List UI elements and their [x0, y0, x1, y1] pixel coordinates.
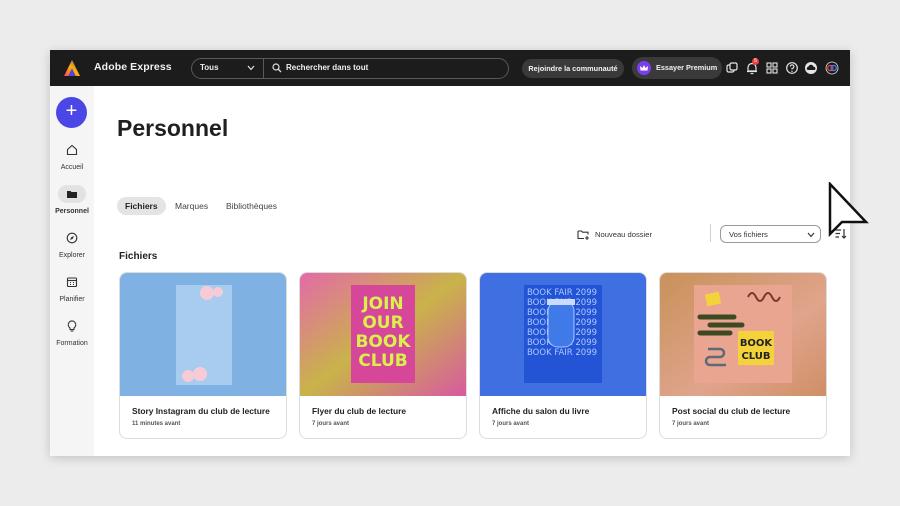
search-icon [272, 63, 282, 73]
rail-item-explore[interactable]: Explorer [50, 229, 94, 259]
rail-label-learn: Formation [56, 340, 88, 347]
new-folder-label: Nouveau dossier [595, 230, 652, 239]
crown-icon [637, 61, 651, 75]
tab-libraries[interactable]: Bibliothèques [226, 201, 277, 211]
rail-item-learn[interactable]: Formation [50, 317, 94, 347]
file-timestamp: 11 minutes avant [132, 421, 181, 427]
tab-brands[interactable]: Marques [175, 201, 208, 211]
main-content: Personnel Fichiers Marques Bibliothèques… [94, 86, 850, 456]
file-thumbnail: BOOK CLUB [660, 273, 826, 396]
poster-text-line: BOOK FAIR 2099 [527, 288, 597, 298]
lightbulb-icon [67, 320, 77, 332]
flyer-text-line: CLUB [358, 351, 407, 371]
rail-item-home[interactable]: Accueil [50, 141, 94, 171]
search-bar: Tous Rechercher dans tout [191, 58, 509, 79]
file-timestamp: 7 jours avant [492, 421, 530, 427]
file-thumbnail [120, 273, 286, 396]
file-card[interactable]: BOOK CLUB Post social du club de lecture… [659, 272, 827, 439]
mouse-pointer-icon [828, 182, 869, 238]
search-scope-label: Tous [200, 63, 219, 72]
rail-item-personal[interactable]: Personnel [50, 185, 94, 215]
social-text-line: BOOK [740, 338, 774, 349]
file-thumbnail: JOIN OUR BOOK CLUB [300, 273, 466, 396]
notification-badge: 5 [752, 58, 759, 65]
file-title: Story Instagram du club de lecture [132, 406, 270, 416]
file-thumbnail: BOOK FAIR 2099 BOOK FAIR 2099 BOOK FAIR … [480, 273, 646, 396]
search-scope-select[interactable]: Tous [192, 59, 264, 78]
brand-name: Adobe Express [94, 61, 172, 73]
file-card[interactable]: JOIN OUR BOOK CLUB Flyer du club de lect… [299, 272, 467, 439]
page-title: Personnel [117, 115, 229, 141]
creative-cloud-icon[interactable] [804, 61, 818, 75]
compass-icon [66, 232, 78, 244]
tab-files[interactable]: Fichiers [117, 197, 166, 215]
file-filter-select[interactable]: Vos fichiers [720, 225, 821, 243]
search-input[interactable]: Rechercher dans tout [286, 63, 368, 72]
rail-label-schedule: Planifier [59, 296, 85, 303]
file-card[interactable]: Story Instagram du club de lecture 11 mi… [119, 272, 287, 439]
join-community-button[interactable]: Rejoindre la communauté [522, 59, 624, 78]
chevron-down-icon [247, 65, 255, 71]
folder-add-icon [577, 230, 589, 240]
social-text-line: CLUB [741, 351, 770, 362]
help-icon[interactable] [785, 61, 799, 75]
rail-item-schedule[interactable]: Planifier [50, 273, 94, 303]
apps-grid-icon[interactable] [765, 61, 779, 75]
file-timestamp: 7 jours avant [312, 421, 350, 427]
flyer-text-line: BOOK [355, 332, 411, 352]
file-timestamp: 7 jours avant [672, 421, 710, 427]
section-title-files: Fichiers [119, 251, 158, 262]
share-icon[interactable] [725, 61, 739, 75]
file-title: Flyer du club de lecture [312, 406, 407, 416]
poster-text-line: BOOK FAIR 2099 [527, 348, 597, 358]
file-title: Affiche du salon du livre [492, 406, 590, 416]
chevron-down-icon [807, 232, 815, 238]
file-filter-label: Vos fichiers [729, 230, 768, 239]
home-icon [66, 144, 78, 156]
rail-label-explore: Explorer [58, 252, 86, 259]
create-button[interactable]: + [56, 97, 87, 128]
calendar-icon [66, 277, 78, 288]
flyer-text-line: OUR [362, 313, 403, 333]
rail-label-personal: Personnel [55, 208, 89, 215]
rail-label-home: Accueil [60, 164, 84, 171]
avatar-icon[interactable] [825, 61, 839, 75]
try-premium-button[interactable]: Essayer Premium [632, 57, 722, 79]
file-card[interactable]: BOOK FAIR 2099 BOOK FAIR 2099 BOOK FAIR … [479, 272, 647, 439]
file-title: Post social du club de lecture [672, 406, 791, 416]
app-window: Adobe Express Tous Rechercher dans tout … [50, 50, 850, 456]
folder-icon [67, 191, 77, 198]
adobe-express-logo-icon[interactable] [63, 59, 81, 77]
flyer-text-line: JOIN [361, 294, 403, 314]
premium-label: Essayer Premium [656, 63, 718, 72]
left-rail: + Accueil Personnel Explorer Planifier F… [50, 86, 94, 456]
top-bar: Adobe Express Tous Rechercher dans tout … [50, 50, 850, 86]
toolbar-divider [710, 224, 711, 242]
